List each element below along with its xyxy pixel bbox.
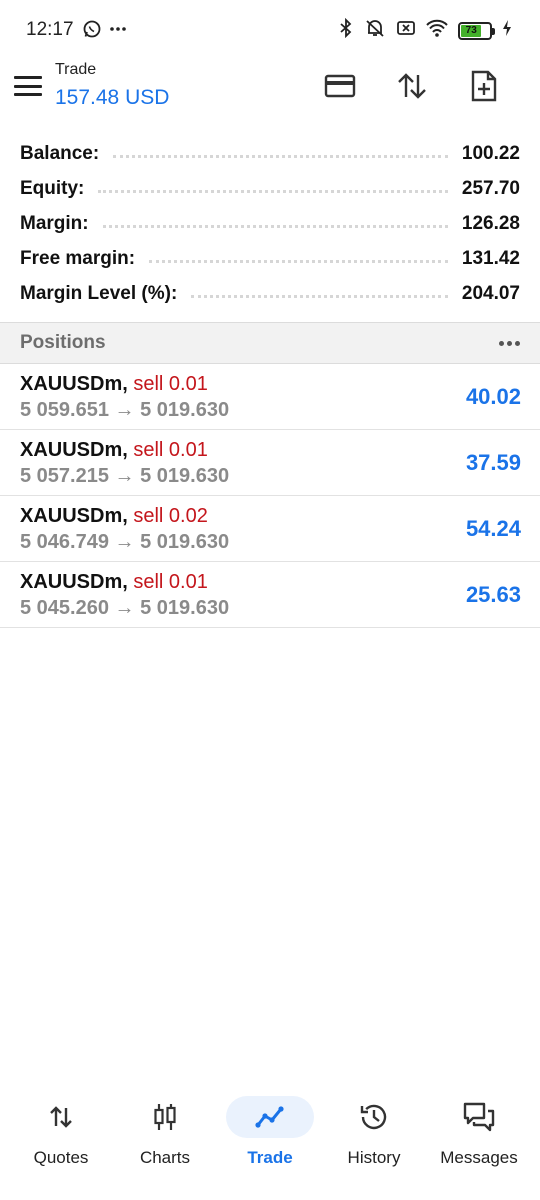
charging-icon — [502, 18, 512, 43]
history-icon — [330, 1096, 418, 1138]
position-profit: 40.02 — [465, 384, 521, 409]
battery-level: 73 — [461, 24, 482, 37]
header: Trade 157.48 USD — [0, 60, 540, 124]
position-type: sell 0.01 — [133, 439, 208, 461]
position-type: sell 0.01 — [133, 373, 208, 395]
nav-item-messages[interactable]: Messages — [429, 1096, 529, 1176]
position-symbol: XAUUSDm, — [20, 373, 128, 395]
summary-label: Margin Level (%): — [20, 282, 178, 304]
summary-value: 100.22 — [461, 142, 520, 164]
nav-item-quotes[interactable]: Quotes — [11, 1096, 111, 1176]
quotes-icon — [17, 1096, 105, 1138]
position-type: sell 0.02 — [133, 505, 208, 527]
position-profit: 54.24 — [465, 516, 521, 541]
nav-item-trade[interactable]: Trade — [220, 1096, 320, 1176]
page-title: Trade — [55, 61, 97, 78]
summary-label: Free margin: — [20, 247, 136, 269]
menu-button[interactable] — [14, 74, 42, 98]
positions-list: XAUUSDm, sell 0.01 5 059.651 → 5 019.630… — [0, 364, 540, 628]
nav-label: History — [347, 1148, 401, 1167]
trade-icon — [226, 1096, 314, 1138]
position-prices: 5 046.749 → 5 019.630 — [20, 531, 230, 553]
summary-row-margin: Margin: 126.28 — [20, 206, 520, 241]
nav-label: Messages — [440, 1148, 518, 1167]
nav-label: Charts — [139, 1148, 191, 1167]
messages-icon — [435, 1096, 523, 1138]
vibrate-off-icon — [364, 18, 386, 43]
no-sim-icon — [396, 18, 416, 43]
nav-item-history[interactable]: History — [324, 1096, 424, 1176]
battery-icon: 73 — [458, 21, 495, 40]
position-prices: 5 057.215 → 5 019.630 — [20, 465, 230, 487]
summary-label: Equity: — [20, 177, 85, 199]
deposit-card-icon[interactable] — [304, 68, 376, 104]
position-row[interactable]: XAUUSDm, sell 0.01 5 059.651 → 5 019.630… — [0, 364, 540, 430]
position-profit: 37.59 — [465, 450, 521, 475]
summary-label: Margin: — [20, 212, 89, 234]
positions-header: Positions — [0, 322, 540, 364]
status-time: 12:17 — [26, 19, 74, 40]
position-symbol: XAUUSDm, — [20, 439, 128, 461]
nav-item-charts[interactable]: Charts — [115, 1096, 215, 1176]
position-profit: 25.63 — [465, 582, 521, 607]
summary-row-balance: Balance: 100.22 — [20, 136, 520, 171]
position-row[interactable]: XAUUSDm, sell 0.01 5 057.215 → 5 019.630… — [0, 430, 540, 496]
summary-value: 131.42 — [461, 247, 520, 269]
summary-label: Balance: — [20, 142, 100, 164]
status-bar: 12:17 73 — [0, 0, 540, 60]
charts-icon — [121, 1096, 209, 1138]
summary-value: 204.07 — [461, 282, 520, 304]
wifi-icon — [426, 18, 448, 43]
position-row[interactable]: XAUUSDm, sell 0.01 5 045.260 → 5 019.630… — [0, 562, 540, 628]
position-symbol: XAUUSDm, — [20, 505, 128, 527]
positions-title: Positions — [20, 332, 106, 353]
position-symbol: XAUUSDm, — [20, 571, 128, 593]
summary-row-equity: Equity: 257.70 — [20, 171, 520, 206]
summary-row-margin-level: Margin Level (%): 204.07 — [20, 276, 520, 311]
position-type: sell 0.01 — [133, 571, 208, 593]
more-options-icon[interactable] — [499, 340, 520, 346]
bottom-nav: Quotes Charts Trade History Messages — [0, 1090, 540, 1200]
position-row[interactable]: XAUUSDm, sell 0.02 5 046.749 → 5 019.630… — [0, 496, 540, 562]
nav-label: Trade — [247, 1148, 293, 1167]
sort-icon[interactable] — [376, 68, 448, 104]
summary-value: 257.70 — [461, 177, 520, 199]
position-prices: 5 059.651 → 5 019.630 — [20, 399, 230, 421]
summary-value: 126.28 — [461, 212, 520, 234]
summary-row-free-margin: Free margin: 131.42 — [20, 241, 520, 276]
nav-label: Quotes — [33, 1148, 89, 1167]
bluetooth-icon — [338, 17, 354, 43]
new-order-icon[interactable] — [448, 68, 520, 104]
account-summary: Balance: 100.22 Equity: 257.70 Margin: 1… — [20, 136, 520, 311]
whatsapp-icon — [82, 19, 102, 44]
header-balance: 157.48 USD — [55, 86, 170, 109]
position-prices: 5 045.260 → 5 019.630 — [20, 597, 230, 619]
more-dots-icon — [108, 19, 128, 44]
